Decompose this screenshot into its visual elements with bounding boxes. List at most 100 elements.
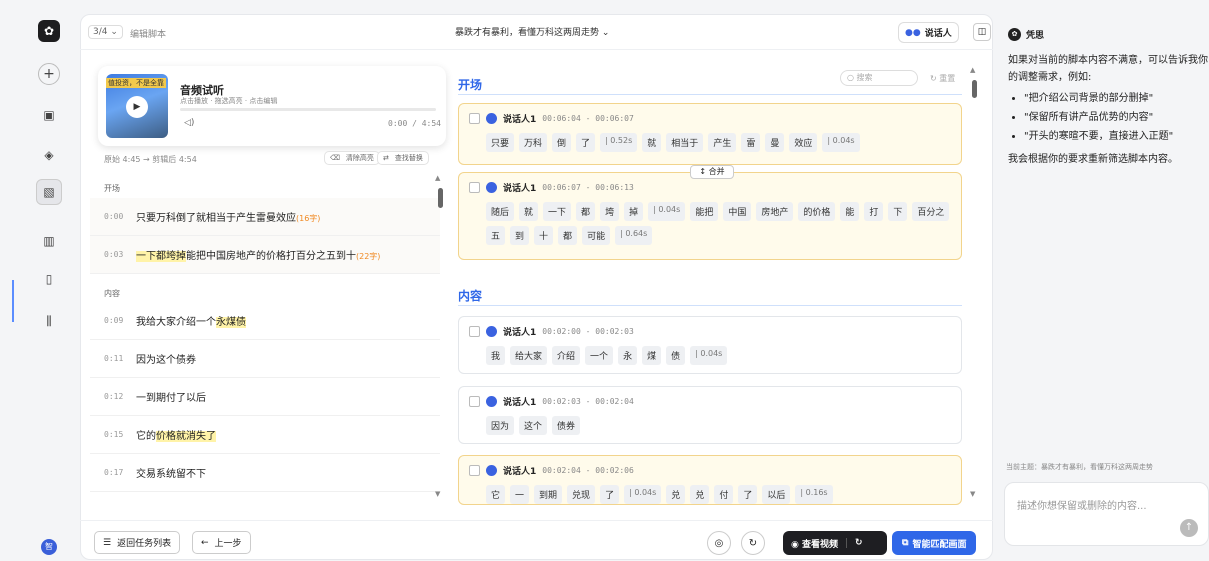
prev-step-button[interactable]: ← 上一步 (192, 531, 251, 554)
word-token[interactable]: 付 (714, 485, 734, 504)
topic-title[interactable]: 暴跌才有暴利，看懂万科这两周走势 ⌄ (455, 25, 609, 38)
word-token[interactable]: 相当于 (666, 133, 704, 152)
word-token[interactable]: 煤 (642, 346, 662, 365)
word-token[interactable]: 债券 (552, 416, 581, 435)
word-token[interactable]: 给大家 (510, 346, 548, 365)
word-token[interactable]: 雷 (741, 133, 761, 152)
app-logo[interactable]: ✿ (38, 20, 60, 42)
edit-icon[interactable]: ▣ (38, 104, 60, 126)
right-scrollbar[interactable] (972, 80, 977, 98)
word-token[interactable]: 五 (486, 226, 506, 245)
word-token[interactable]: 的价格 (798, 202, 836, 221)
transcript-block[interactable]: 说话人1 00:02:03 - 00:02:04 因为 这个 债券 (458, 386, 962, 444)
speaker-button[interactable]: ●● 说话人 (898, 22, 959, 43)
word-token[interactable]: 打 (864, 202, 884, 221)
word-token[interactable]: 曼 (765, 133, 785, 152)
word-token[interactable]: 介绍 (552, 346, 581, 365)
transcript-block[interactable]: 说话人1 00:02:00 - 00:02:03 我给大家 介绍 一个永煤债 | 0.04… (458, 316, 962, 374)
library-icon[interactable]: ⫼ (38, 310, 60, 332)
word-token[interactable]: 倒 (552, 133, 572, 152)
script-row[interactable]: 0:11 因为这个债券 (90, 340, 440, 378)
speaker-name[interactable]: 说话人1 (503, 181, 536, 194)
audio-progress[interactable] (180, 108, 436, 111)
find-replace-button[interactable]: ⇄ 查找替换 (377, 151, 429, 165)
block-checkbox[interactable] (469, 465, 480, 476)
word-token[interactable]: 到期 (534, 485, 563, 504)
script-row[interactable]: 0:12 一到期付了以后 (90, 378, 440, 416)
word-token[interactable]: 随后 (486, 202, 515, 221)
speaker-name[interactable]: 说话人1 (503, 395, 536, 408)
word-token[interactable]: 都 (558, 226, 578, 245)
word-token[interactable]: 效应 (789, 133, 818, 152)
play-button[interactable]: ▶ (126, 96, 148, 118)
pause-token[interactable]: | 0.64s (615, 226, 653, 245)
word-token[interactable]: 十 (534, 226, 554, 245)
script-row[interactable]: 0:00 只要万科倒了就相当于产生雷曼效应(16字) (90, 198, 440, 236)
layout-toggle-icon[interactable]: ◫ (973, 23, 991, 41)
word-token[interactable]: 百分之 (912, 202, 950, 221)
script-row[interactable]: 0:17 交易系统留不下 (90, 454, 440, 492)
word-token[interactable]: 这个 (519, 416, 548, 435)
word-token[interactable]: 一 (510, 485, 530, 504)
left-scrollbar[interactable] (438, 188, 443, 208)
send-icon[interactable]: ↑ (1180, 519, 1198, 537)
speaker-name[interactable]: 说话人1 (503, 464, 536, 477)
back-to-list-button[interactable]: ☰ 返回任务列表 (94, 531, 181, 554)
script-row[interactable]: 0:03 一下都垮掉能把中国房地产的价格打百分之五到十(22字) (90, 236, 440, 274)
word-token[interactable]: 只要 (486, 133, 515, 152)
word-token[interactable]: 它 (486, 485, 506, 504)
word-token[interactable]: 都 (576, 202, 596, 221)
transcript-block[interactable]: 说话人1 00:02:04 - 00:02:06 它一到期 兑现了 | 0.04s 兑兑付… (458, 455, 962, 505)
word-token[interactable]: 掉 (624, 202, 644, 221)
pause-token[interactable]: | 0.04s (690, 346, 728, 365)
block-checkbox[interactable] (469, 396, 480, 407)
chat-input[interactable]: 描述你想保留或删除的内容... ↑ (1004, 482, 1209, 546)
word-token[interactable]: 我 (486, 346, 506, 365)
pause-token[interactable]: | 0.04s (822, 133, 860, 152)
transcript-block[interactable]: 说话人1 00:06:04 - 00:06:07 只要 万科倒了 | 0.52s 就相当于… (458, 103, 962, 165)
word-token[interactable]: 能把 (690, 202, 719, 221)
word-token[interactable]: 兑 (690, 485, 710, 504)
script-row[interactable]: 0:15 它的价格就消失了 (90, 416, 440, 454)
transcript-block[interactable]: 说话人1 00:06:07 - 00:06:13 随后就一下都垮掉 | 0.04s 能把… (458, 172, 962, 260)
scroll-up-icon[interactable]: ▲ (435, 174, 440, 182)
pause-token[interactable]: | 0.52s (600, 133, 638, 152)
reset-button[interactable]: ↻ 重置 (930, 73, 955, 84)
word-token[interactable]: 永 (618, 346, 638, 365)
scroll-down-icon[interactable]: ▼ (435, 490, 440, 498)
script-icon[interactable]: ▧ (36, 179, 62, 205)
word-token[interactable]: 一个 (585, 346, 614, 365)
chart-icon[interactable]: ▥ (38, 230, 60, 252)
word-token[interactable]: 中国 (723, 202, 752, 221)
word-token[interactable]: 了 (576, 133, 596, 152)
volume-icon[interactable]: ◁) (184, 118, 194, 128)
block-checkbox[interactable] (469, 326, 480, 337)
word-token[interactable]: 因为 (486, 416, 515, 435)
word-token[interactable]: 下 (888, 202, 908, 221)
word-token[interactable]: 产生 (708, 133, 737, 152)
word-token[interactable]: 债 (666, 346, 686, 365)
word-token[interactable]: 就 (642, 133, 662, 152)
view-video-button[interactable]: ◉ 查看视频 ↻ (783, 531, 887, 555)
reload-icon[interactable]: ↻ (846, 538, 863, 548)
scroll-up-icon[interactable]: ▲ (970, 66, 975, 74)
script-row[interactable]: 0:09 我给大家介绍一个永煤债 (90, 302, 440, 340)
merge-button[interactable]: ↕ 合并 (690, 165, 734, 179)
smart-match-button[interactable]: ⧉ 智能匹配画面 (892, 531, 977, 555)
pause-token[interactable]: | 0.16s (795, 485, 833, 504)
layers-icon[interactable]: ◈ (38, 144, 60, 166)
word-token[interactable]: 垮 (600, 202, 620, 221)
word-token[interactable]: 一下 (543, 202, 572, 221)
word-token[interactable]: 了 (738, 485, 758, 504)
word-token[interactable]: 到 (510, 226, 530, 245)
block-checkbox[interactable] (469, 182, 480, 193)
panel-icon[interactable]: ▯ (38, 268, 60, 290)
word-token[interactable]: 能 (840, 202, 860, 221)
step-select[interactable]: 3/4 ⌄ (88, 25, 123, 39)
speaker-name[interactable]: 说话人1 (503, 325, 536, 338)
palette-icon[interactable]: ◎ (707, 531, 731, 555)
word-token[interactable]: 兑现 (567, 485, 596, 504)
pause-token[interactable]: | 0.04s (648, 202, 686, 221)
speaker-name[interactable]: 说话人1 (503, 112, 536, 125)
new-task-button[interactable]: + (38, 63, 60, 85)
